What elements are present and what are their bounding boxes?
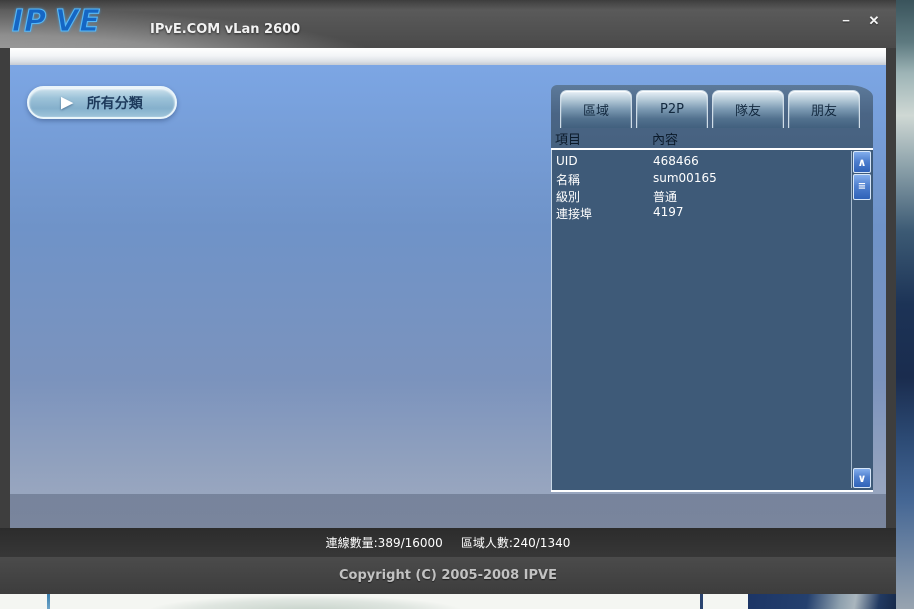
window-title: IPvE.COM vLan 2600 xyxy=(150,22,301,37)
title-bar[interactable]: IP VE IPvE.COM vLan 2600 − ✕ xyxy=(0,0,896,48)
tab-label: 朋友 xyxy=(810,104,837,119)
close-button[interactable]: ✕ xyxy=(866,13,882,29)
desktop-wallpaper-right xyxy=(896,0,914,609)
tab-friends[interactable]: 朋友 xyxy=(788,90,860,128)
window-controls: − ✕ xyxy=(838,13,882,29)
table-header: 項目 內容 xyxy=(551,129,873,148)
copyright-text: Copyright (C) 2005-2008 IPVE xyxy=(339,568,557,583)
info-table: UID 468466 名稱 sum00165 級別 普通 連接埠 4197 xyxy=(551,150,873,490)
status-bar: 連線數量:389/16000 區域人數:240/1340 xyxy=(0,528,896,557)
scrollbar-thumb[interactable]: ≡ xyxy=(853,174,871,200)
tab-label: 區域 xyxy=(582,104,609,119)
row-item-label: 名稱 xyxy=(556,173,581,187)
tab-region[interactable]: 區域 xyxy=(560,90,632,128)
play-icon: ▶ xyxy=(61,94,73,111)
scroll-down-button[interactable]: ∨ xyxy=(853,468,871,488)
content-gloss-strip xyxy=(10,48,886,65)
row-item-label: UID xyxy=(556,154,578,168)
info-panel: 區域 P2P 隊友 朋友 項目 內容 UID 468466 名稱 sum0016… xyxy=(551,85,873,492)
table-row: 名稱 sum00165 xyxy=(552,170,873,187)
logo-ip-letters: IP xyxy=(11,3,48,39)
table-row: UID 468466 xyxy=(552,153,873,170)
row-item-value: sum00165 xyxy=(653,171,717,185)
row-item-value: 468466 xyxy=(653,154,699,168)
wallpaper-smudge xyxy=(140,596,470,609)
footer-bar: Copyright (C) 2005-2008 IPVE xyxy=(0,557,896,594)
vertical-scrollbar[interactable]: ∧ ≡ ∨ xyxy=(851,151,872,488)
row-item-label: 連接埠 xyxy=(556,207,593,221)
tab-label: 隊友 xyxy=(734,104,761,119)
panel-bottom-border xyxy=(551,490,873,492)
column-header-value: 內容 xyxy=(652,133,679,148)
tab-label: P2P xyxy=(660,102,684,117)
scroll-up-button[interactable]: ∧ xyxy=(853,151,871,173)
chevron-up-icon: ∧ xyxy=(857,155,867,169)
close-icon: ✕ xyxy=(868,13,880,28)
table-row: 連接埠 4197 xyxy=(552,204,873,221)
app-logo: IP VE xyxy=(11,3,101,39)
minimize-button[interactable]: − xyxy=(838,13,854,29)
region-people-count: 區域人數:240/1340 xyxy=(460,536,571,550)
minimize-icon: − xyxy=(842,13,850,28)
background-wave xyxy=(10,494,886,528)
main-content: ▶ 所有分類 區域 P2P 隊友 朋友 項目 內容 UID 468466 名稱 … xyxy=(10,65,886,528)
wallpaper-brush-stroke xyxy=(47,594,50,609)
all-categories-label: 所有分類 xyxy=(86,94,143,111)
wallpaper-brush-stroke xyxy=(700,594,703,609)
row-item-label: 級別 xyxy=(556,190,581,204)
grip-icon: ≡ xyxy=(857,181,867,192)
connections-count: 連線數量:389/16000 xyxy=(325,536,443,550)
column-header-item: 項目 xyxy=(555,133,582,148)
tab-teammates[interactable]: 隊友 xyxy=(712,90,784,128)
row-item-value: 4197 xyxy=(653,205,684,219)
app-window: IP VE IPvE.COM vLan 2600 − ✕ ▶ 所有分類 區域 P… xyxy=(0,0,896,594)
all-categories-button[interactable]: ▶ 所有分類 xyxy=(27,86,177,119)
tab-bar: 區域 P2P 隊友 朋友 xyxy=(560,90,860,128)
row-item-value: 普通 xyxy=(653,190,678,204)
desktop: IP VE IPvE.COM vLan 2600 − ✕ ▶ 所有分類 區域 P… xyxy=(0,0,914,609)
table-row: 級別 普通 xyxy=(552,187,873,204)
wallpaper-dark-patch xyxy=(748,594,896,609)
logo-ve-letters: VE xyxy=(55,3,101,39)
tab-p2p[interactable]: P2P xyxy=(636,90,708,128)
desktop-wallpaper-bottom xyxy=(0,594,896,609)
chevron-down-icon: ∨ xyxy=(857,471,867,485)
